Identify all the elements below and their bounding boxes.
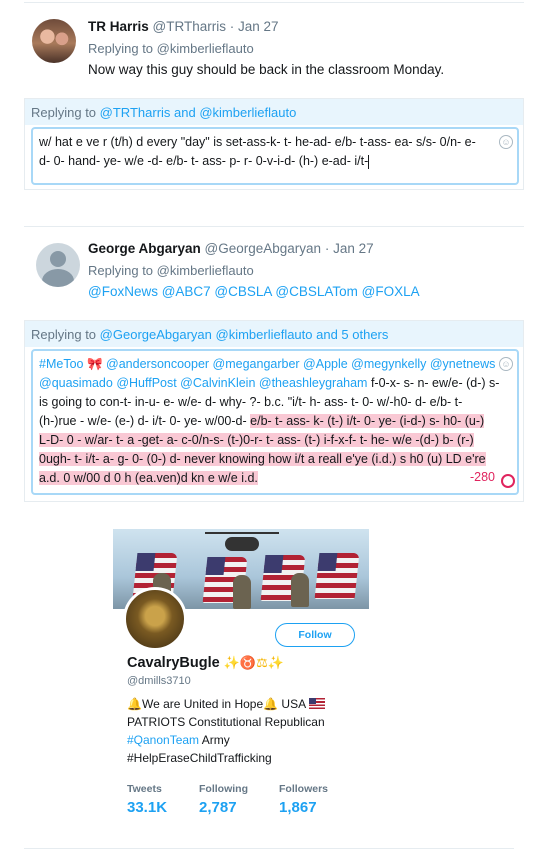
reply-line: a.d. 0 w/00 d 0 h (ea.ven)d kn e w/e i.d… [39,469,511,488]
profile-card: Follow CavalryBugle ✨♉⚖✨ @dmills3710 🔔We… [113,529,369,841]
tweet-text: Now way this guy should be back in the c… [88,62,445,77]
overflow-highlight: a.d. 0 w/00 d 0 h (ea.ven)d kn e w/e i.d… [39,471,258,485]
bell-icon: 🔔 [263,697,279,711]
stat-label-following[interactable]: Following [199,783,248,795]
reply-line: 0ugh- t- i/t- a- g- 0- (0-) d- never kno… [39,450,511,469]
bell-icon: 🔔 [127,697,142,711]
profile-handle[interactable]: @dmills3710 [127,675,191,687]
stat-label-tweets[interactable]: Tweets [127,783,162,795]
reply-line: is going to con-t- in-u- e- w/e- d- why-… [39,395,463,409]
mentions[interactable]: @quasimado @HuffPost @CalvinKlein @theas… [39,376,367,390]
overflow-highlight: never knowing how i/t a reall e'ye (i.d.… [180,452,486,466]
author-handle[interactable]: @GeorgeAbgaryan [205,241,322,256]
reply-composer-2: Replying to @GeorgeAbgaryan @kimberliefl… [24,320,524,502]
bio-text: We are United in Hope [141,697,264,711]
reply-line: (h-)rue - w/e- (e-) d- i/t- 0- ye- w/00-… [39,412,511,431]
author-handle[interactable]: @TRTharris [153,19,226,34]
bio-text: Army [199,733,230,747]
replying-handle[interactable]: @kimberlieflauto [157,263,254,278]
replying-handle[interactable]: @kimberlieflauto [157,41,254,56]
reply-line: #MeToo 🎀 @andersoncooper @megangarber @A… [39,355,511,374]
tweet-tr-harris[interactable]: TR Harris @TRTharris · Jan 27 Replying t… [24,2,524,92]
stat-label-followers[interactable]: Followers [279,783,328,795]
us-flag-icon [308,698,325,709]
tweet-mentions[interactable]: @FoxNews @ABC7 @CBSLA @CBSLATom @FOXLA [88,284,420,299]
flag-graphic [314,553,360,599]
stat-value-followers[interactable]: 1,867 [279,799,317,816]
soldier-graphic [291,573,309,607]
hashtag-metoo[interactable]: #MeToo [39,357,83,371]
reply-line: w/ hat e ve r (t/h) d every "day" is set… [39,135,476,149]
replying-handles[interactable]: @GeorgeAbgaryan @kimberlieflauto and 5 o… [100,327,389,342]
bio-line: #QanonTeam Army [127,733,230,747]
tweet-time[interactable]: · Jan 27 [230,19,279,34]
replying-label: Replying to [88,41,154,56]
replying-to: Replying to @kimberlieflauto [88,41,254,56]
reply-line-text: d- 0- hand- ye- w/e -d- e/b- t- ass- p- … [39,154,369,168]
follow-button[interactable]: Follow [275,623,355,647]
default-avatar-icon[interactable] [36,243,80,287]
avatar[interactable] [32,19,76,63]
profile-name[interactable]: CavalryBugle ✨♉⚖✨ [127,655,284,671]
stat-value-following[interactable]: 2,787 [199,799,237,816]
soldier-graphic [233,575,251,609]
tweet-header: TR Harris @TRTharris · Jan 27 [88,19,279,34]
progress-ring-icon [501,474,515,488]
author-name[interactable]: George Abgaryan [88,241,201,256]
helicopter-graphic [205,532,279,551]
replying-label: Replying to [88,263,154,278]
stat-value-tweets[interactable]: 33.1K [127,799,167,816]
divider [24,848,514,849]
tweet-header: George Abgaryan @GeorgeAbgaryan · Jan 27 [88,241,374,256]
overflow-highlight: 0ugh- t- i/t- a- g- 0- (0-) d- [39,452,181,466]
replying-label: Replying to [31,327,97,342]
reply-line-2: d- 0- hand- ye- w/e -d- e/b- t- ass- p- … [39,152,511,171]
reply-text: (h-)rue - w/e- (e-) d- i/t- 0- ye- w/00-… [39,414,251,428]
replying-to: Replying to @kimberlieflauto [88,263,254,278]
bio-line: 🔔We are United in Hope🔔 USA [127,697,325,711]
overflow-highlight: e/b- t- ass- k- (t-) i/t- 0- ye- (i-d-) … [250,414,485,428]
name-emoji: ✨♉⚖✨ [223,655,284,670]
reply-text: f-0-x- s- n- ew/e- (d-) s- [367,376,500,390]
hashtag-helperasechildtrafficking[interactable]: #HelpEraseChildTrafficking [127,751,272,765]
reply-textarea[interactable]: w/ hat e ve r (t/h) d every "day" is set… [31,127,519,185]
reply-textarea[interactable]: #MeToo 🎀 @andersoncooper @megangarber @A… [31,349,519,495]
reply-line: L-D- 0 - w/ar- t- a -get- a- c-0/n-s- (t… [39,431,511,450]
hashtag-qanonteam[interactable]: #QanonTeam [127,733,199,747]
ribbon-icon: 🎀 [86,357,103,371]
reply-line: @quasimado @HuffPost @CalvinKlein @theas… [39,374,511,393]
profile-name-text[interactable]: CavalryBugle [127,655,220,671]
text-caret [368,154,370,169]
profile-avatar[interactable] [123,587,187,651]
tweet-george-abgaryan[interactable]: George Abgaryan @GeorgeAbgaryan · Jan 27… [24,226,524,314]
emoji-icon[interactable]: ☺ [499,135,513,149]
overflow-highlight: L-D- 0 - w/ar- t- a -get- a- c-0/n-s- (t… [39,433,474,447]
bio-line: PATRIOTS Constitutional Republican [127,715,325,729]
composer-reply-header: Replying to @GeorgeAbgaryan @kimberliefl… [25,321,523,347]
reply-composer-1: Replying to @TRTharris and @kimberliefla… [24,98,524,190]
bio-text: USA [278,697,309,711]
character-counter: -280 [469,470,495,484]
emoji-icon[interactable]: ☺ [499,357,513,371]
author-name[interactable]: TR Harris [88,19,149,34]
tweet-time[interactable]: · Jan 27 [325,241,374,256]
replying-label: Replying to [31,105,97,120]
replying-handles[interactable]: @TRTharris and @kimberlieflauto [100,105,297,120]
composer-reply-header: Replying to @TRTharris and @kimberliefla… [25,99,523,125]
mentions[interactable]: @andersoncooper @megangarber @Apple @meg… [106,357,495,371]
